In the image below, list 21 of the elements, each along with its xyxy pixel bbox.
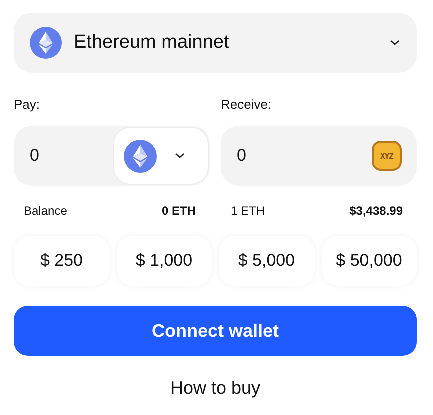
- receive-field[interactable]: 0 XYZ: [221, 126, 417, 186]
- connect-wallet-button[interactable]: Connect wallet: [14, 306, 417, 356]
- caret-icon: [389, 39, 401, 47]
- rate-label: 1 ETH: [231, 204, 266, 218]
- amount-preset-button[interactable]: $ 1,000: [116, 236, 212, 286]
- token-selector[interactable]: [113, 127, 209, 185]
- balance-value: 0 ETH: [162, 204, 196, 218]
- pay-field[interactable]: 0: [14, 126, 210, 186]
- how-to-buy-link[interactable]: How to buy: [170, 378, 261, 399]
- balance-label: Balance: [24, 204, 68, 218]
- ethereum-icon: [124, 140, 157, 172]
- token-coin-logo: XYZ: [372, 141, 402, 171]
- rate-value: $3,438.99: [350, 204, 403, 218]
- receive-label: Receive:: [221, 97, 273, 112]
- amount-preset-button[interactable]: $ 250: [14, 236, 110, 286]
- ethereum-icon: [30, 27, 62, 59]
- pay-label: Pay:: [14, 97, 42, 112]
- network-selector[interactable]: Ethereum mainnet: [14, 13, 417, 73]
- caret-icon: [174, 152, 186, 160]
- amount-preset-button[interactable]: $ 5,000: [219, 236, 314, 286]
- amount-preset-button[interactable]: $ 50,000: [322, 236, 417, 286]
